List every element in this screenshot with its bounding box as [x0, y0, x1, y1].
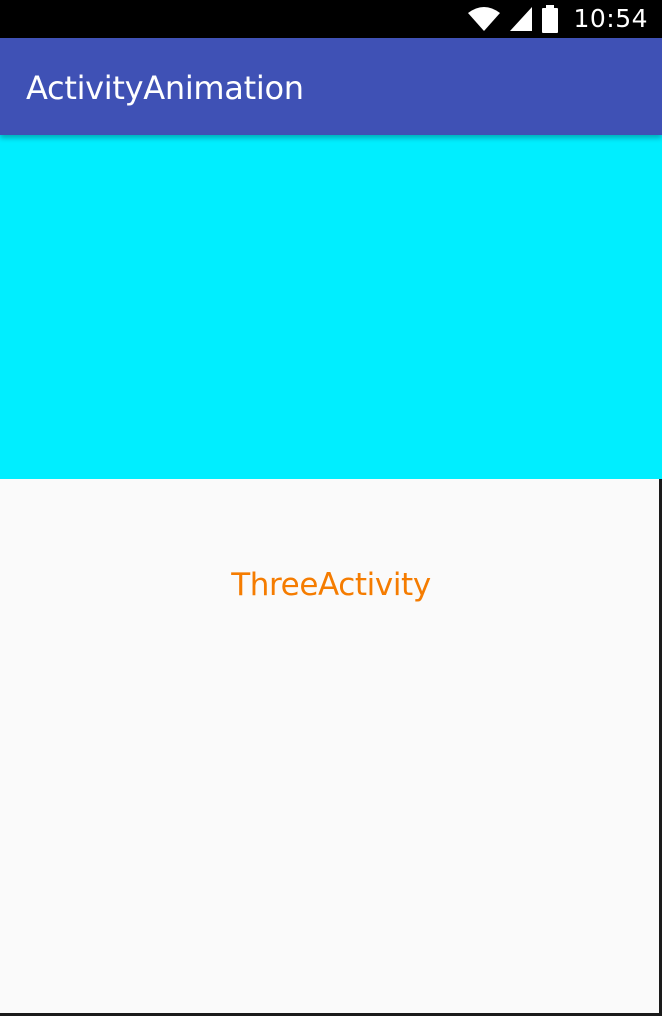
- app-title: ActivityAnimation: [26, 69, 304, 107]
- status-time: 10:54: [573, 4, 648, 33]
- app-bar: ActivityAnimation: [0, 38, 662, 135]
- header-color-block: [0, 135, 662, 479]
- activity-label: ThreeActivity: [231, 567, 431, 603]
- content-area: ThreeActivity: [0, 479, 662, 1016]
- status-icons: 10:54: [467, 0, 648, 38]
- wifi-icon: [467, 6, 501, 32]
- screen: 10:54 ActivityAnimation ThreeActivity: [0, 0, 662, 1016]
- cell-signal-icon: [509, 6, 533, 32]
- status-bar: 10:54: [0, 0, 662, 38]
- battery-icon: [541, 5, 559, 33]
